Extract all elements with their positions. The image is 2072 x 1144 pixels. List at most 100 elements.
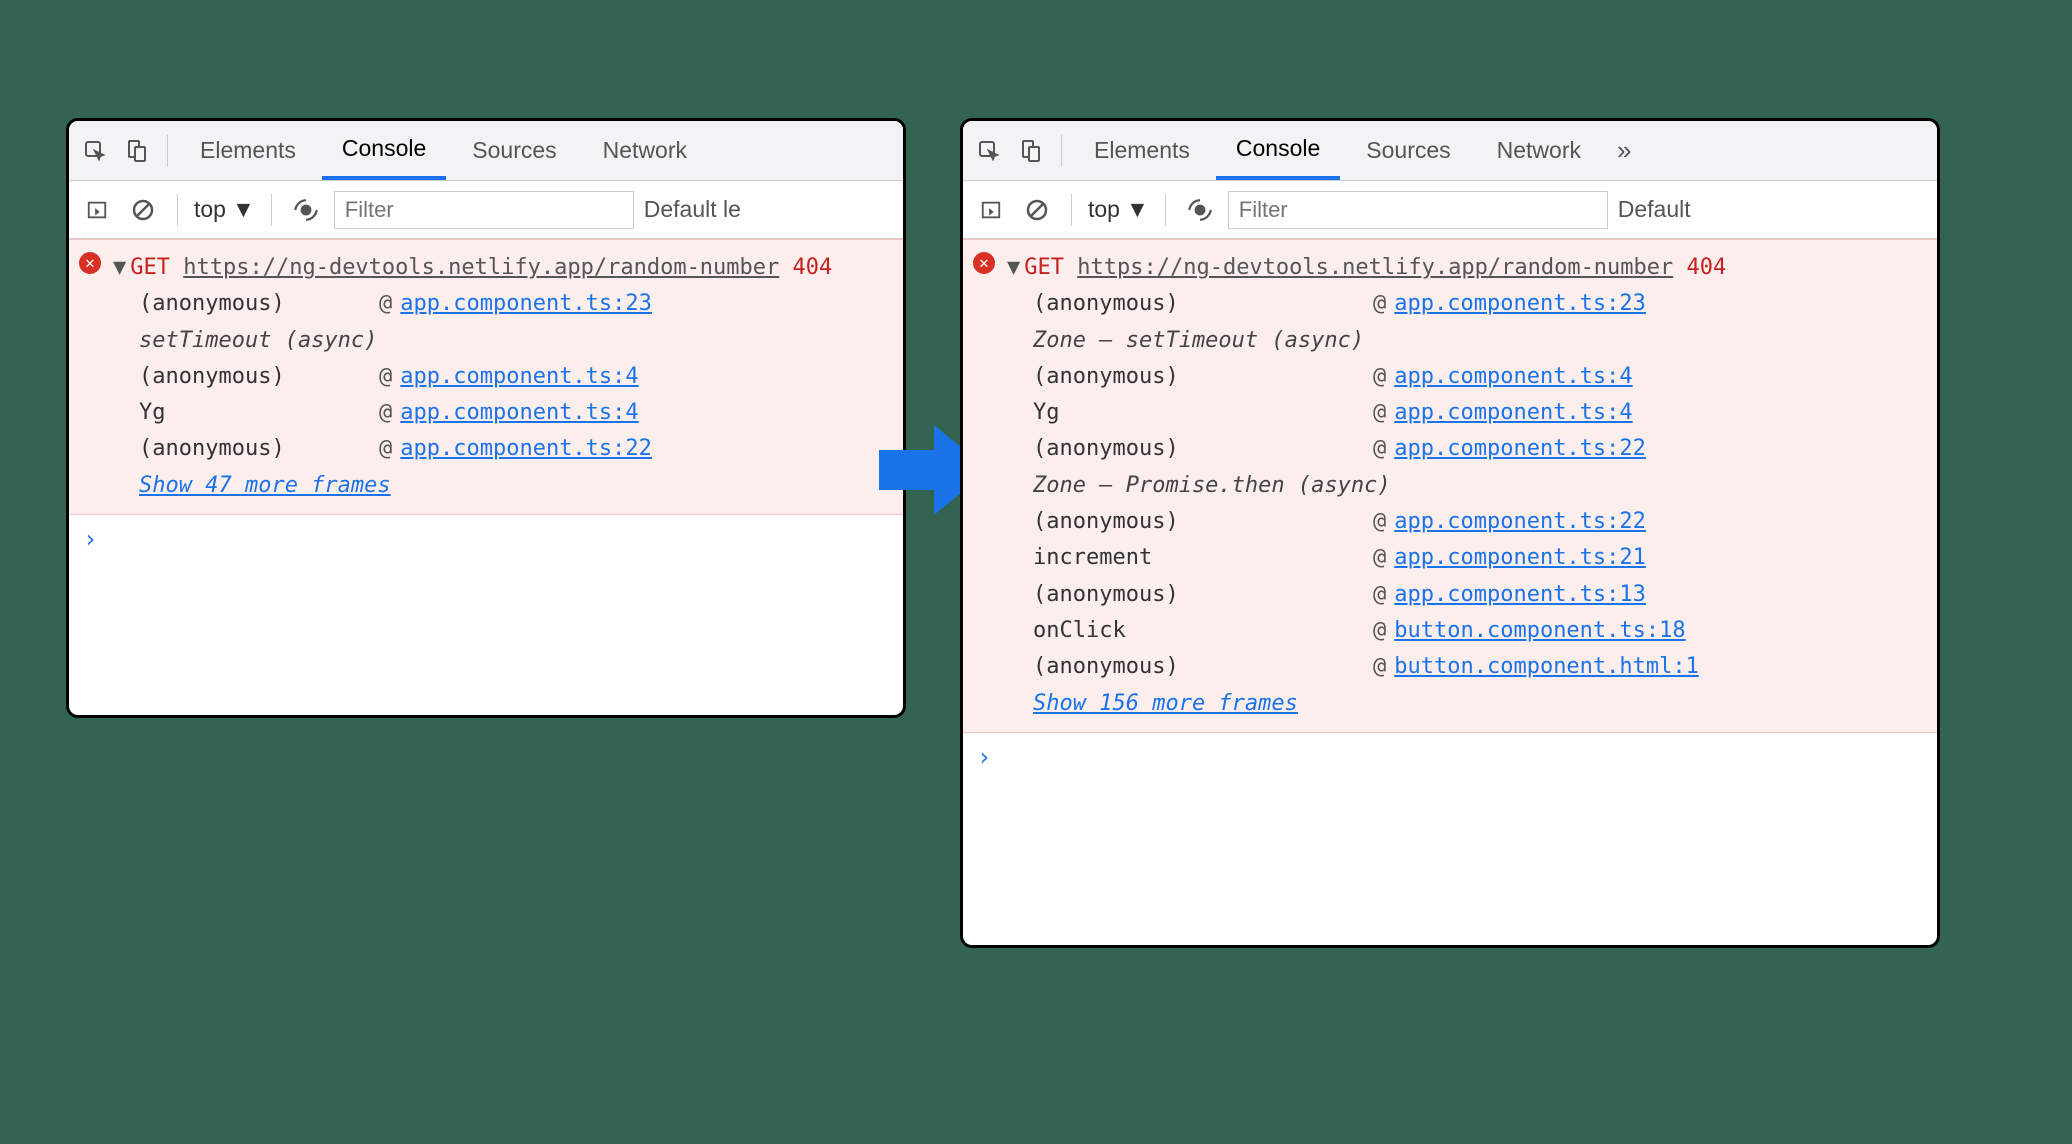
http-method: GET: [130, 255, 170, 280]
source-link[interactable]: app.component.ts:22: [1394, 504, 1646, 540]
source-link[interactable]: app.component.ts:4: [1394, 359, 1632, 395]
at-symbol: @: [1373, 504, 1386, 540]
request-url[interactable]: https://ng-devtools.netlify.app/random-n…: [1077, 255, 1673, 280]
console-body: ✕ ▼GET https://ng-devtools.netlify.app/r…: [963, 239, 1937, 781]
tab-network[interactable]: Network: [1477, 121, 1601, 180]
error-icon: ✕: [973, 252, 995, 274]
frame-function: onClick: [1033, 613, 1373, 649]
at-symbol: @: [379, 286, 392, 322]
tab-elements[interactable]: Elements: [1074, 121, 1210, 180]
error-header[interactable]: ▼GET https://ng-devtools.netlify.app/ran…: [1007, 250, 1927, 286]
at-symbol: @: [379, 431, 392, 467]
stack-frame: Yg@app.component.ts:4: [1007, 395, 1927, 431]
at-symbol: @: [1373, 286, 1386, 322]
stack-frame: (anonymous)@app.component.ts:13: [1007, 577, 1927, 613]
at-symbol: @: [1373, 540, 1386, 576]
context-selector[interactable]: top ▼: [1088, 196, 1149, 223]
at-symbol: @: [379, 395, 392, 431]
stack-frame: (anonymous)@app.component.ts:4: [113, 359, 893, 395]
filter-input[interactable]: [1228, 191, 1608, 229]
live-expression-icon[interactable]: [288, 192, 324, 228]
tab-sources[interactable]: Sources: [452, 121, 576, 180]
sidebar-toggle-icon[interactable]: [973, 192, 1009, 228]
show-more-frames[interactable]: Show 156 more frames: [1007, 686, 1927, 722]
http-status: 404: [793, 255, 833, 280]
frame-function: increment: [1033, 540, 1373, 576]
console-prompt[interactable]: ›: [963, 733, 1937, 781]
stack-frame: (anonymous)@button.component.html:1: [1007, 649, 1927, 685]
stack-frame: (anonymous)@app.component.ts:22: [113, 431, 893, 467]
stack-frame: (anonymous)@app.component.ts:22: [1007, 504, 1927, 540]
error-message: ✕ ▼GET https://ng-devtools.netlify.app/r…: [69, 239, 903, 515]
chevron-down-icon: ▼: [1126, 196, 1149, 223]
console-toolbar: top ▼ Default: [963, 181, 1937, 239]
source-link[interactable]: app.component.ts:13: [1394, 577, 1646, 613]
source-link[interactable]: app.component.ts:4: [400, 395, 638, 431]
log-levels[interactable]: Default: [1618, 196, 1691, 223]
source-link[interactable]: button.component.ts:18: [1394, 613, 1685, 649]
context-label: top: [194, 196, 226, 223]
source-link[interactable]: app.component.ts:23: [1394, 286, 1646, 322]
frame-function: (anonymous): [1033, 504, 1373, 540]
source-link[interactable]: app.component.ts:23: [400, 286, 652, 322]
separator: [1061, 135, 1062, 167]
error-header[interactable]: ▼GET https://ng-devtools.netlify.app/ran…: [113, 250, 893, 286]
stack-frame: (anonymous)@app.component.ts:23: [1007, 286, 1927, 322]
inspect-icon[interactable]: [971, 133, 1007, 169]
request-url[interactable]: https://ng-devtools.netlify.app/random-n…: [183, 255, 779, 280]
async-boundary: Zone — Promise.then (async): [1007, 468, 1927, 504]
source-link[interactable]: button.component.html:1: [1394, 649, 1699, 685]
chevron-down-icon: ▼: [232, 196, 255, 223]
stack-frame: onClick@button.component.ts:18: [1007, 613, 1927, 649]
at-symbol: @: [1373, 577, 1386, 613]
filter-input[interactable]: [334, 191, 634, 229]
at-symbol: @: [1373, 613, 1386, 649]
stack-frame: (anonymous)@app.component.ts:4: [1007, 359, 1927, 395]
at-symbol: @: [1373, 395, 1386, 431]
http-method: GET: [1024, 255, 1064, 280]
devtools-panel-before: Elements Console Sources Network top ▼ D…: [66, 118, 906, 718]
console-toolbar: top ▼ Default le: [69, 181, 903, 239]
at-symbol: @: [379, 359, 392, 395]
tab-console[interactable]: Console: [322, 121, 446, 180]
at-symbol: @: [1373, 359, 1386, 395]
source-link[interactable]: app.component.ts:22: [400, 431, 652, 467]
more-tabs[interactable]: »: [1607, 135, 1641, 166]
frame-function: Yg: [1033, 395, 1373, 431]
at-symbol: @: [1373, 649, 1386, 685]
tab-elements[interactable]: Elements: [180, 121, 316, 180]
log-levels[interactable]: Default le: [644, 196, 741, 223]
disclosure-triangle-icon[interactable]: ▼: [113, 255, 126, 280]
source-link[interactable]: app.component.ts:4: [1394, 395, 1632, 431]
show-more-frames[interactable]: Show 47 more frames: [113, 468, 893, 504]
context-selector[interactable]: top ▼: [194, 196, 255, 223]
console-prompt[interactable]: ›: [69, 515, 903, 563]
clear-console-icon[interactable]: [1019, 192, 1055, 228]
device-toggle-icon[interactable]: [119, 133, 155, 169]
frame-function: (anonymous): [1033, 649, 1373, 685]
source-link[interactable]: app.component.ts:4: [400, 359, 638, 395]
tab-bar: Elements Console Sources Network: [69, 121, 903, 181]
frame-function: (anonymous): [1033, 431, 1373, 467]
sidebar-toggle-icon[interactable]: [79, 192, 115, 228]
separator: [271, 194, 272, 226]
inspect-icon[interactable]: [77, 133, 113, 169]
clear-console-icon[interactable]: [125, 192, 161, 228]
source-link[interactable]: app.component.ts:22: [1394, 431, 1646, 467]
async-boundary: setTimeout (async): [113, 323, 893, 359]
error-message: ✕ ▼GET https://ng-devtools.netlify.app/r…: [963, 239, 1937, 733]
stack-frame: (anonymous)@app.component.ts:22: [1007, 431, 1927, 467]
live-expression-icon[interactable]: [1182, 192, 1218, 228]
stack-frame: Yg@app.component.ts:4: [113, 395, 893, 431]
tab-sources[interactable]: Sources: [1346, 121, 1470, 180]
frame-function: (anonymous): [1033, 359, 1373, 395]
source-link[interactable]: app.component.ts:21: [1394, 540, 1646, 576]
device-toggle-icon[interactable]: [1013, 133, 1049, 169]
separator: [167, 135, 168, 167]
disclosure-triangle-icon[interactable]: ▼: [1007, 255, 1020, 280]
context-label: top: [1088, 196, 1120, 223]
tab-console[interactable]: Console: [1216, 121, 1340, 180]
tab-network[interactable]: Network: [583, 121, 707, 180]
devtools-panel-after: Elements Console Sources Network » top ▼…: [960, 118, 1940, 948]
frame-function: (anonymous): [139, 359, 379, 395]
